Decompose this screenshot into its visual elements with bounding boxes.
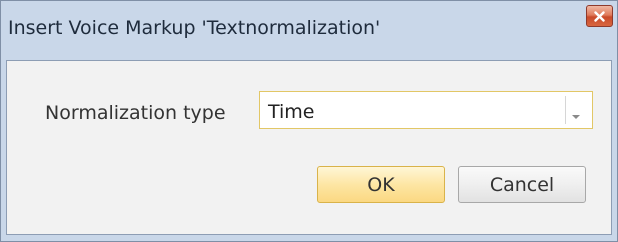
normalization-type-value: Time <box>268 101 315 123</box>
normalization-type-dropdown[interactable]: Time <box>259 91 593 129</box>
dropdown-separator <box>565 96 566 124</box>
dialog-content: Normalization type Time OK Cancel <box>6 60 612 235</box>
cancel-button[interactable]: Cancel <box>458 166 586 203</box>
window-title: Insert Voice Markup 'Textnormalization' <box>8 17 381 39</box>
title-bar[interactable]: Insert Voice Markup 'Textnormalization' <box>1 1 617 59</box>
normalization-type-label: Normalization type <box>45 102 226 124</box>
close-button[interactable] <box>586 5 613 27</box>
ok-button[interactable]: OK <box>317 166 445 203</box>
close-icon <box>594 10 605 22</box>
insert-voice-markup-dialog: Insert Voice Markup 'Textnormalization' … <box>0 0 618 242</box>
chevron-down-icon[interactable] <box>569 106 583 119</box>
